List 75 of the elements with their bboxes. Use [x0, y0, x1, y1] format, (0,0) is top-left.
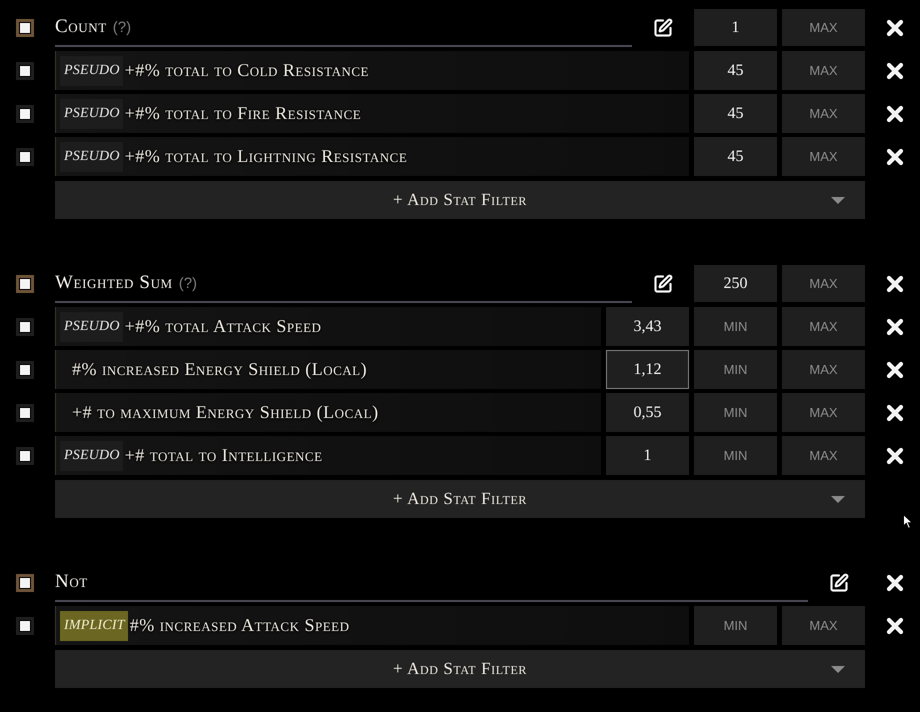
checkbox[interactable]	[16, 360, 34, 378]
close-icon[interactable]	[886, 148, 904, 166]
min-field[interactable]: 250	[694, 265, 777, 302]
weight-field[interactable]: 0,55	[606, 393, 689, 432]
edit-icon[interactable]	[653, 18, 673, 38]
max-field[interactable]: MAX	[782, 436, 865, 475]
checkbox[interactable]	[16, 446, 34, 464]
close-icon[interactable]	[886, 318, 904, 336]
add-stat-filter-button[interactable]: + Add Stat Filter	[55, 181, 865, 219]
close-icon[interactable]	[886, 574, 904, 592]
implicit-tag: IMPLICIT	[60, 610, 128, 640]
group-title: Not	[55, 571, 88, 593]
close-icon[interactable]	[886, 360, 904, 378]
checkbox[interactable]	[16, 574, 34, 592]
max-field[interactable]: MAX	[782, 606, 865, 645]
pseudo-tag: PSEUDO	[60, 98, 123, 128]
max-field[interactable]: MAX	[782, 9, 865, 46]
pseudo-tag: PSEUDO	[60, 440, 123, 470]
edit-icon[interactable]	[829, 573, 849, 593]
checkbox[interactable]	[16, 318, 34, 336]
edit-icon[interactable]	[653, 274, 673, 294]
caret-icon	[831, 496, 845, 502]
stat-text: +#% total Attack Speed	[124, 316, 322, 337]
min-field[interactable]: MIN	[694, 350, 777, 389]
add-stat-filter-button[interactable]: + Add Stat Filter	[55, 650, 865, 688]
min-field[interactable]: 45	[694, 94, 777, 133]
min-field[interactable]: MIN	[694, 606, 777, 645]
help-link[interactable]: (?)	[112, 18, 132, 36]
max-field[interactable]: MAX	[782, 350, 865, 389]
caret-icon	[831, 666, 845, 672]
stat-text: +# total to Intelligence	[124, 445, 323, 466]
min-field[interactable]: 45	[694, 51, 777, 90]
group-title: Count	[55, 16, 107, 38]
help-link[interactable]: (?)	[178, 274, 198, 292]
stat-text: #% increased Energy Shield (Local)	[72, 359, 368, 380]
caret-icon	[831, 196, 845, 204]
min-field[interactable]: MIN	[694, 307, 777, 346]
stat-text: +# to maximum Energy Shield (Local)	[72, 402, 379, 423]
pseudo-tag: PSEUDO	[60, 56, 123, 86]
group-title: Weighted Sum	[55, 272, 173, 294]
stat-text: +#% total to Fire Resistance	[124, 103, 362, 124]
weight-field[interactable]: 1,12	[606, 350, 689, 389]
add-stat-filter-button[interactable]: + Add Stat Filter	[55, 480, 865, 518]
close-icon[interactable]	[886, 275, 904, 293]
weight-field[interactable]: 1	[606, 436, 689, 475]
checkbox[interactable]	[16, 104, 34, 122]
stat-text: #% increased Attack Speed	[130, 615, 350, 636]
max-field[interactable]: MAX	[782, 94, 865, 133]
close-icon[interactable]	[886, 62, 904, 80]
close-icon[interactable]	[886, 19, 904, 37]
weight-field[interactable]: 3,43	[606, 307, 689, 346]
pseudo-tag: PSEUDO	[60, 312, 123, 342]
close-icon[interactable]	[886, 616, 904, 634]
close-icon[interactable]	[886, 404, 904, 422]
stat-text: +#% total to Lightning Resistance	[124, 146, 408, 167]
checkbox[interactable]	[16, 19, 34, 37]
checkbox[interactable]	[16, 275, 34, 293]
checkbox[interactable]	[16, 148, 34, 166]
checkbox[interactable]	[16, 616, 34, 634]
min-field[interactable]: 45	[694, 137, 777, 176]
max-field[interactable]: MAX	[782, 51, 865, 90]
pseudo-tag: PSEUDO	[60, 142, 123, 172]
min-field[interactable]: MIN	[694, 436, 777, 475]
close-icon[interactable]	[886, 104, 904, 122]
max-field[interactable]: MAX	[782, 393, 865, 432]
mouse-pointer-icon	[903, 514, 914, 529]
max-field[interactable]: MAX	[782, 307, 865, 346]
min-field[interactable]: 1	[694, 9, 777, 46]
max-field[interactable]: MAX	[782, 137, 865, 176]
max-field[interactable]: MAX	[782, 265, 865, 302]
min-field[interactable]: MIN	[694, 393, 777, 432]
checkbox[interactable]	[16, 62, 34, 80]
stat-text: +#% total to Cold Resistance	[124, 60, 369, 81]
close-icon[interactable]	[886, 446, 904, 464]
checkbox[interactable]	[16, 404, 34, 422]
